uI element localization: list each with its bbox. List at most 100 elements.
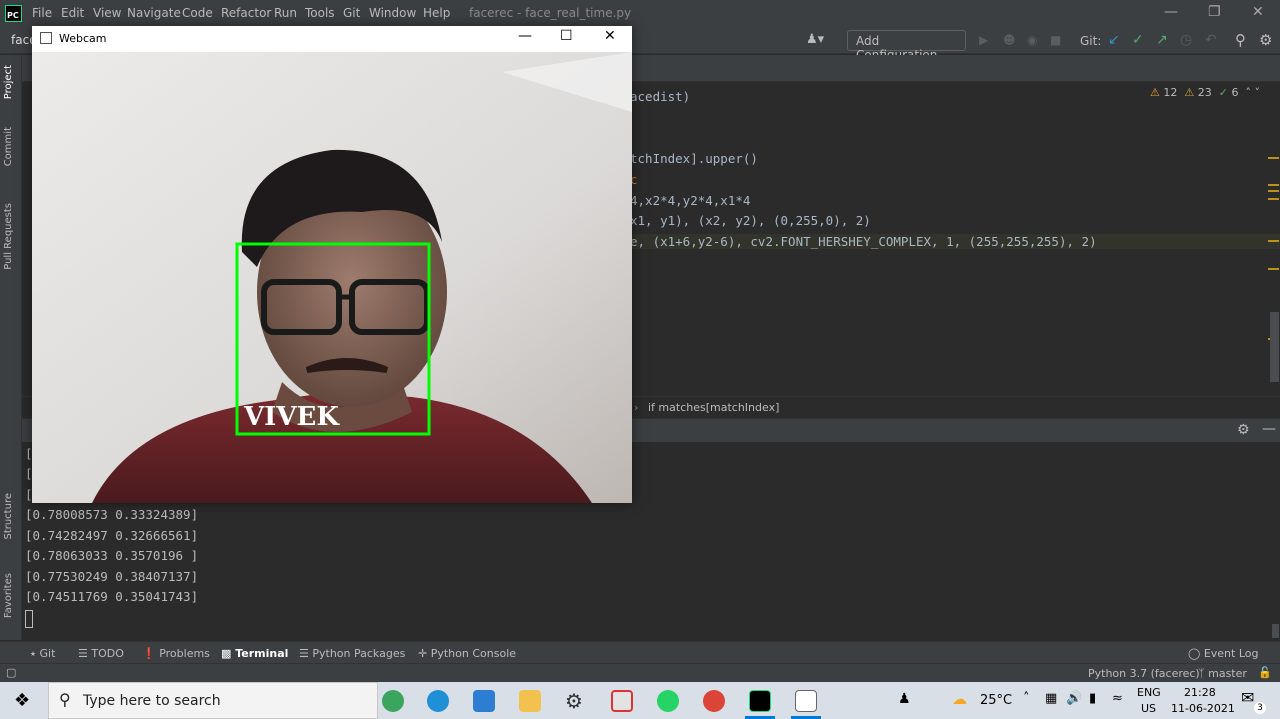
- python-packages-tool-tab[interactable]: ☰ Python Packages: [299, 647, 405, 660]
- webcam-close-icon[interactable]: ✕: [604, 28, 616, 44]
- error-stripe-marker[interactable]: [1268, 157, 1279, 159]
- error-stripe-marker[interactable]: [1268, 184, 1279, 186]
- terminal-line: [0.74282497 0.32666561]: [25, 528, 199, 543]
- search-everywhere-icon[interactable]: ⚲: [1235, 31, 1246, 49]
- tool-window-tabs: ٭ Git ☰ TODO ❗ Problems ▩ Terminal ☰ Pyt…: [0, 641, 1280, 663]
- commit-tool-tab[interactable]: Commit: [3, 127, 14, 166]
- git-push-icon[interactable]: ↗: [1156, 32, 1168, 48]
- volume-icon[interactable]: 🔊: [1066, 691, 1082, 706]
- add-configuration-button[interactable]: Add Configuration...: [847, 30, 966, 62]
- project-tool-tab[interactable]: Project: [3, 65, 14, 99]
- error-stripe-marker[interactable]: [1268, 190, 1279, 192]
- weather-icon[interactable]: ☁: [952, 690, 967, 708]
- structure-tool-tab[interactable]: Structure: [3, 493, 14, 540]
- terminal-settings-gear-icon[interactable]: ⚙: [1237, 422, 1250, 438]
- edge-browser-icon[interactable]: [427, 690, 449, 712]
- maps-app-icon[interactable]: [382, 690, 404, 712]
- menu-view[interactable]: View: [93, 6, 121, 20]
- python-console-tool-tab[interactable]: ✛ Python Console: [418, 647, 516, 660]
- menu-tools[interactable]: Tools: [305, 6, 335, 20]
- status-bar: ▢ Python 3.7 (facerec) ᛉ master 🔓: [0, 663, 1280, 682]
- webcam-titlebar[interactable]: Webcam — ☐ ✕: [32, 26, 632, 52]
- search-icon: ⚲: [59, 690, 71, 709]
- code-line-current: e, (x1+6,y2-6), cv2.FONT_HERSHEY_COMPLEX…: [630, 234, 1280, 249]
- face-name-label: VIVEK: [244, 402, 339, 432]
- stop-icon[interactable]: ■: [1050, 33, 1061, 47]
- hide-panel-icon[interactable]: —: [1262, 421, 1276, 437]
- webcam-window[interactable]: Webcam — ☐ ✕ VIVEK: [32, 26, 632, 503]
- terminal-scrollbar-thumb[interactable]: [1272, 624, 1279, 638]
- terminal-line: [0.78008573 0.33324389]: [25, 507, 199, 522]
- terminal-tool-tab[interactable]: ▩ Terminal: [221, 647, 288, 660]
- error-stripe-marker[interactable]: [1268, 240, 1279, 242]
- weather-temperature[interactable]: 25°C: [980, 693, 1012, 708]
- layout-toggle-icon[interactable]: ▢: [6, 666, 16, 679]
- terminal-line: [0.78063033 0.3570196 ]: [25, 548, 199, 563]
- file-explorer-icon[interactable]: [519, 690, 541, 712]
- webcam-taskbar-icon[interactable]: [795, 690, 817, 712]
- battery-icon[interactable]: ▮: [1089, 691, 1096, 706]
- left-tool-strip: Project Commit Pull Requests Structure F…: [0, 55, 22, 640]
- windows-taskbar: ❖ ⚲ Type here to search ⚙ ♟ ☁ 25°C ˄ ▦ 🔊…: [0, 682, 1280, 719]
- menu-code[interactable]: Code: [182, 6, 213, 20]
- webcam-maximize-icon[interactable]: ☐: [560, 28, 573, 44]
- todo-tool-tab[interactable]: ☰ TODO: [78, 647, 124, 660]
- clock-date[interactable]: 11-06-2021: [1171, 702, 1235, 715]
- window-title: facerec - face_real_time.py: [469, 6, 632, 20]
- language-bottom[interactable]: US: [1141, 702, 1156, 715]
- clock-time[interactable]: 21:28: [1184, 686, 1216, 699]
- git-update-icon[interactable]: ↙: [1108, 32, 1120, 48]
- minimize-icon[interactable]: —: [1164, 4, 1178, 20]
- breadcrumb-item[interactable]: if matches[matchIndex]: [648, 401, 779, 414]
- store-app-icon[interactable]: [473, 690, 495, 712]
- git-tool-tab[interactable]: ٭ Git: [30, 647, 55, 660]
- inspection-widget[interactable]: ⚠ 12 ⚠ 23 ✓ 6 ˄ ˅: [1150, 86, 1260, 99]
- editor-scrollbar-thumb[interactable]: [1270, 312, 1279, 382]
- menu-window[interactable]: Window: [369, 6, 416, 20]
- tray-expand-icon[interactable]: ˄: [1023, 691, 1030, 706]
- settings-gear-icon[interactable]: ⚙: [1259, 31, 1272, 49]
- windows-start-icon[interactable]: ❖: [14, 690, 30, 711]
- menu-navigate[interactable]: Navigate: [127, 6, 181, 20]
- taskbar-search-box[interactable]: ⚲ Type here to search: [48, 682, 378, 719]
- code-line: acedist): [630, 89, 691, 104]
- git-rollback-icon[interactable]: ↶: [1205, 32, 1217, 48]
- git-commit-icon[interactable]: ✓: [1132, 32, 1144, 48]
- menu-edit[interactable]: Edit: [61, 6, 84, 20]
- language-top[interactable]: ENG: [1137, 686, 1161, 699]
- restore-icon[interactable]: ❐: [1208, 4, 1221, 20]
- pycharm-logo-icon: PC: [5, 5, 22, 22]
- coverage-icon[interactable]: ◉: [1027, 33, 1037, 47]
- favorites-tool-tab[interactable]: Favorites: [3, 573, 14, 618]
- people-icon[interactable]: ♟: [898, 691, 911, 707]
- problems-tool-tab[interactable]: ❗ Problems: [142, 647, 210, 660]
- git-history-icon[interactable]: ◷: [1180, 32, 1192, 48]
- debug-icon[interactable]: ☻: [1003, 33, 1016, 47]
- tray-app-icon[interactable]: ▦: [1045, 691, 1057, 706]
- error-stripe-marker[interactable]: [1268, 268, 1279, 270]
- settings-app-icon[interactable]: ⚙: [565, 689, 583, 713]
- run-icon[interactable]: ▶: [979, 33, 988, 47]
- menu-help[interactable]: Help: [423, 6, 450, 20]
- close-icon[interactable]: ✕: [1252, 4, 1264, 20]
- notification-icon[interactable]: ✉: [1241, 688, 1254, 707]
- menu-refactor[interactable]: Refactor: [221, 6, 271, 20]
- code-line: tchIndex].upper(): [630, 151, 758, 166]
- user-icon[interactable]: ♟▾: [806, 32, 824, 47]
- menu-git[interactable]: Git: [343, 6, 360, 20]
- menu-file[interactable]: File: [32, 6, 52, 20]
- whatsapp-icon[interactable]: [657, 690, 679, 712]
- pull-requests-tool-tab[interactable]: Pull Requests: [3, 203, 14, 270]
- chrome-browser-icon[interactable]: [703, 690, 725, 712]
- wifi-icon[interactable]: ≈: [1112, 691, 1123, 706]
- git-branch-status[interactable]: ᛉ master: [1198, 667, 1247, 680]
- interpreter-status[interactable]: Python 3.7 (facerec): [1088, 667, 1200, 680]
- error-stripe-marker[interactable]: [1268, 198, 1279, 200]
- lock-icon[interactable]: 🔓: [1258, 666, 1272, 679]
- pycharm-taskbar-icon[interactable]: [749, 690, 771, 712]
- webcam-minimize-icon[interactable]: —: [518, 28, 532, 44]
- code-line: 4,x2*4,y2*4,x1*4: [630, 193, 751, 208]
- menu-run[interactable]: Run: [274, 6, 297, 20]
- event-log-tab[interactable]: ◯ Event Log: [1188, 647, 1258, 660]
- network-app-icon[interactable]: [611, 690, 633, 712]
